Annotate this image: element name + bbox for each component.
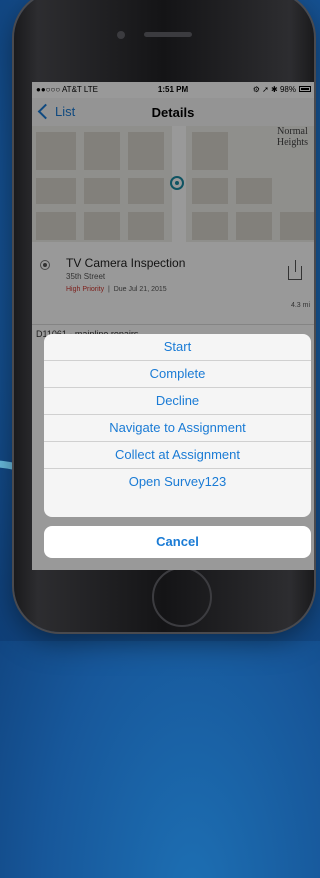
action-complete[interactable]: Complete [44,361,311,388]
front-camera [117,31,125,39]
action-start[interactable]: Start [44,334,311,361]
earpiece-speaker [144,32,192,37]
action-navigate-to-assignment[interactable]: Navigate to Assignment [44,415,311,442]
action-collect-at-assignment[interactable]: Collect at Assignment [44,442,311,469]
action-decline[interactable]: Decline [44,388,311,415]
action-open-survey123[interactable]: Open Survey123 [44,469,311,495]
phone-screen: ●●○○○ AT&T LTE 1:51 PM ⚙ ➚ ✱ 98% List De… [32,82,314,570]
cancel-button[interactable]: Cancel [44,526,311,558]
action-sheet: Start Complete Decline Navigate to Assig… [44,334,311,517]
home-button[interactable] [152,567,212,627]
